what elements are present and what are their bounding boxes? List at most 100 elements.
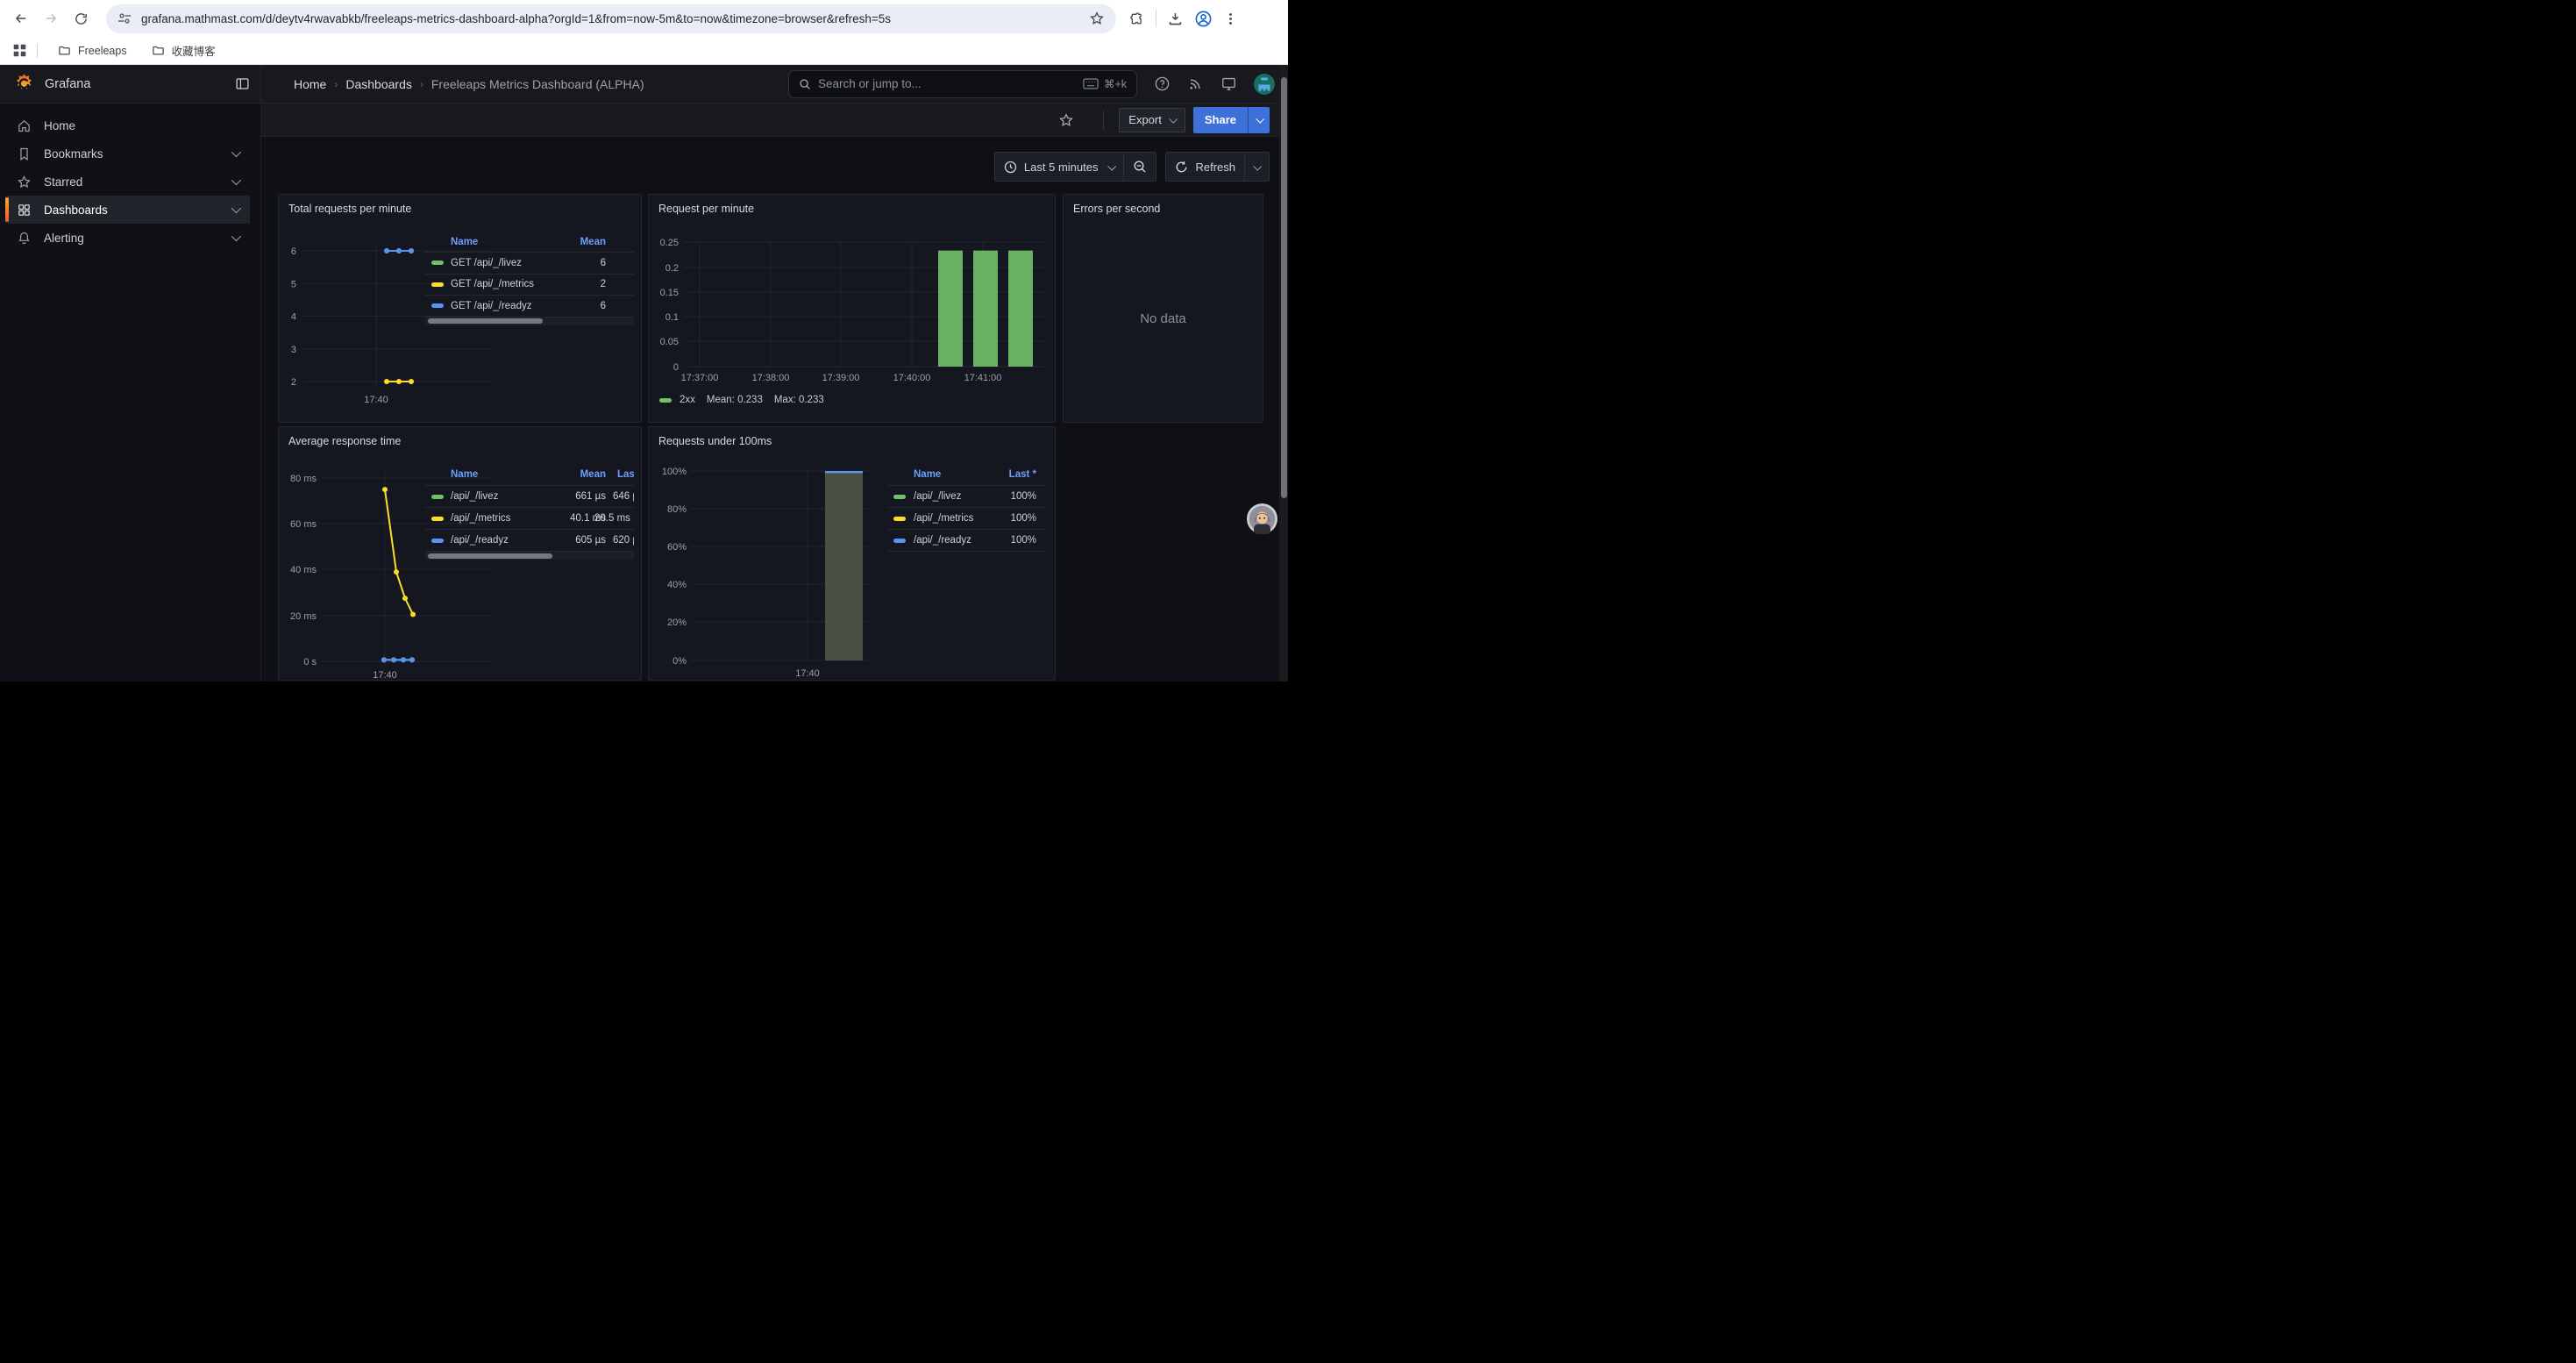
svg-text:100%: 100% <box>662 467 687 477</box>
chevron-down-icon[interactable] <box>231 147 241 157</box>
monitor-icon[interactable] <box>1220 75 1237 92</box>
bell-icon <box>17 231 32 246</box>
rss-icon[interactable] <box>1187 75 1204 92</box>
page-scrollbar[interactable] <box>1279 65 1288 682</box>
breadcrumb-item[interactable]: Home <box>294 77 326 91</box>
bookmark-folder[interactable]: 收藏博客 <box>143 40 224 61</box>
share-button[interactable]: Share <box>1193 107 1248 133</box>
profile-icon[interactable] <box>1194 10 1213 28</box>
legend-row[interactable]: /api/_/readyz605 µs620 µs <box>425 529 634 551</box>
time-range-label: Last 5 minutes <box>1024 161 1099 174</box>
bar-chart: 0.250.20.150.10.05017:37:0017:38:0017:39… <box>649 195 1055 423</box>
chevron-down-icon[interactable] <box>231 232 241 241</box>
divider <box>37 44 38 58</box>
sidebar-toggle-button[interactable] <box>235 76 250 91</box>
star-icon <box>17 175 32 189</box>
legend-row[interactable]: /api/_/readyz100% <box>888 529 1046 551</box>
grafana-logo[interactable] <box>13 73 35 95</box>
panel-title[interactable]: Requests under 100ms <box>658 435 772 447</box>
refresh-button[interactable]: Refresh <box>1166 153 1244 181</box>
bookmark-folder[interactable]: Freeleaps <box>49 40 136 61</box>
sidebar-item-dashboards[interactable]: Dashboards <box>5 196 250 224</box>
chevron-down-icon[interactable] <box>231 203 241 213</box>
back-button[interactable] <box>6 4 36 33</box>
sidebar-item-alerting[interactable]: Alerting <box>5 224 250 252</box>
legend-column-header[interactable]: Mean <box>425 237 606 247</box>
legend-value: 100% <box>888 535 1036 546</box>
legend-scrollbar-thumb[interactable] <box>428 553 552 559</box>
legend-row[interactable]: GET /api/_/metrics2 <box>425 274 634 296</box>
header-actions: Search or jump to... ⌘+k <box>788 70 1288 98</box>
panel-title[interactable]: Average response time <box>288 435 401 447</box>
panel-legend[interactable]: 2xxMean: 0.233Max: 0.233 <box>659 395 824 405</box>
brand-label[interactable]: Grafana <box>45 77 90 91</box>
legend-column-header[interactable]: Last * <box>617 469 634 480</box>
breadcrumb-item[interactable]: Dashboards <box>345 77 412 91</box>
legend-series-name[interactable]: 2xx <box>680 395 695 405</box>
reload-icon <box>74 11 89 26</box>
chevron-down-icon[interactable] <box>231 175 241 185</box>
legend-row[interactable]: /api/_/livez100% <box>888 485 1046 507</box>
favorite-star-icon[interactable] <box>1058 112 1074 128</box>
home-icon <box>17 118 32 133</box>
sidebar-item-label: Home <box>44 119 75 132</box>
site-settings-icon[interactable] <box>117 11 132 25</box>
legend-row[interactable]: /api/_/metrics100% <box>888 507 1046 529</box>
panel-title[interactable]: Total requests per minute <box>288 203 411 215</box>
legend-scrollbar-thumb[interactable] <box>428 318 543 324</box>
main-content: Export Share Last 5 minutes <box>261 103 1288 682</box>
svg-text:0%: 0% <box>672 656 687 667</box>
reload-button[interactable] <box>66 4 96 33</box>
legend-row[interactable]: GET /api/_/livez6 <box>425 252 634 274</box>
legend-value: 646 µs <box>613 491 634 502</box>
svg-text:17:40: 17:40 <box>795 668 820 679</box>
url-bar[interactable]: grafana.mathmast.com/d/deytv4rwavabkb/fr… <box>106 4 1116 33</box>
time-range-picker[interactable]: Last 5 minutes <box>995 153 1124 181</box>
panel-requests-under-100ms: Requests under 100ms 100%80%60%40%20%0%1… <box>648 426 1056 681</box>
legend-column-header[interactable]: Mean <box>425 469 606 480</box>
panel-title[interactable]: Errors per second <box>1073 203 1160 215</box>
floating-assistant-avatar[interactable] <box>1247 503 1277 534</box>
downloads-icon[interactable] <box>1167 11 1184 27</box>
sidebar-item-bookmarks[interactable]: Bookmarks <box>5 139 250 168</box>
sidebar-item-home[interactable]: Home <box>5 111 250 139</box>
search-input[interactable]: Search or jump to... ⌘+k <box>788 70 1137 98</box>
panel-title[interactable]: Request per minute <box>658 203 754 215</box>
legend-value: 20.5 ms <box>594 513 630 524</box>
panel-legend: NameMeanGET /api/_/livez6GET /api/_/metr… <box>425 235 634 325</box>
svg-text:80%: 80% <box>667 504 687 515</box>
legend-column-header[interactable]: Last * <box>888 469 1036 480</box>
svg-text:17:39:00: 17:39:00 <box>822 373 860 383</box>
legend-scrollbar[interactable] <box>425 317 634 325</box>
legend-scrollbar[interactable] <box>425 551 634 560</box>
forward-button[interactable] <box>36 4 66 33</box>
svg-text:60%: 60% <box>667 542 687 553</box>
chevron-down-icon <box>1253 161 1262 170</box>
svg-text:17:40: 17:40 <box>364 395 388 405</box>
share-dropdown-button[interactable] <box>1248 107 1270 133</box>
extensions-icon[interactable] <box>1128 11 1145 27</box>
svg-text:17:40: 17:40 <box>373 670 397 680</box>
sidebar-item-label: Bookmarks <box>44 147 103 161</box>
help-icon[interactable] <box>1154 75 1171 92</box>
legend-row[interactable]: GET /api/_/readyz6 <box>425 295 634 317</box>
svg-text:17:37:00: 17:37:00 <box>681 373 719 383</box>
legend-row[interactable]: /api/_/metrics40.1 ms20.5 ms <box>425 507 634 529</box>
apps-grid-icon[interactable] <box>12 43 27 58</box>
export-button[interactable]: Export <box>1119 108 1185 132</box>
chevron-down-icon <box>1169 115 1178 124</box>
menu-dots-icon[interactable] <box>1223 11 1238 26</box>
legend-row[interactable]: /api/_/livez661 µs646 µs <box>425 485 634 507</box>
refresh-interval-dropdown[interactable] <box>1245 153 1269 181</box>
svg-text:6: 6 <box>291 246 296 257</box>
scrollbar-thumb[interactable] <box>1281 77 1287 498</box>
panel-toggle-icon <box>235 76 250 91</box>
grafana-app: Grafana Home›Dashboards›Freeleaps Metric… <box>0 65 1288 682</box>
svg-text:20 ms: 20 ms <box>290 611 317 622</box>
time-range-group: Last 5 minutes <box>994 152 1157 182</box>
search-shortcut: ⌘+k <box>1083 77 1127 90</box>
bookmark-star-icon[interactable] <box>1089 11 1105 26</box>
zoom-out-button[interactable] <box>1124 153 1156 181</box>
sidebar-item-starred[interactable]: Starred <box>5 168 250 196</box>
user-avatar[interactable] <box>1254 74 1275 95</box>
